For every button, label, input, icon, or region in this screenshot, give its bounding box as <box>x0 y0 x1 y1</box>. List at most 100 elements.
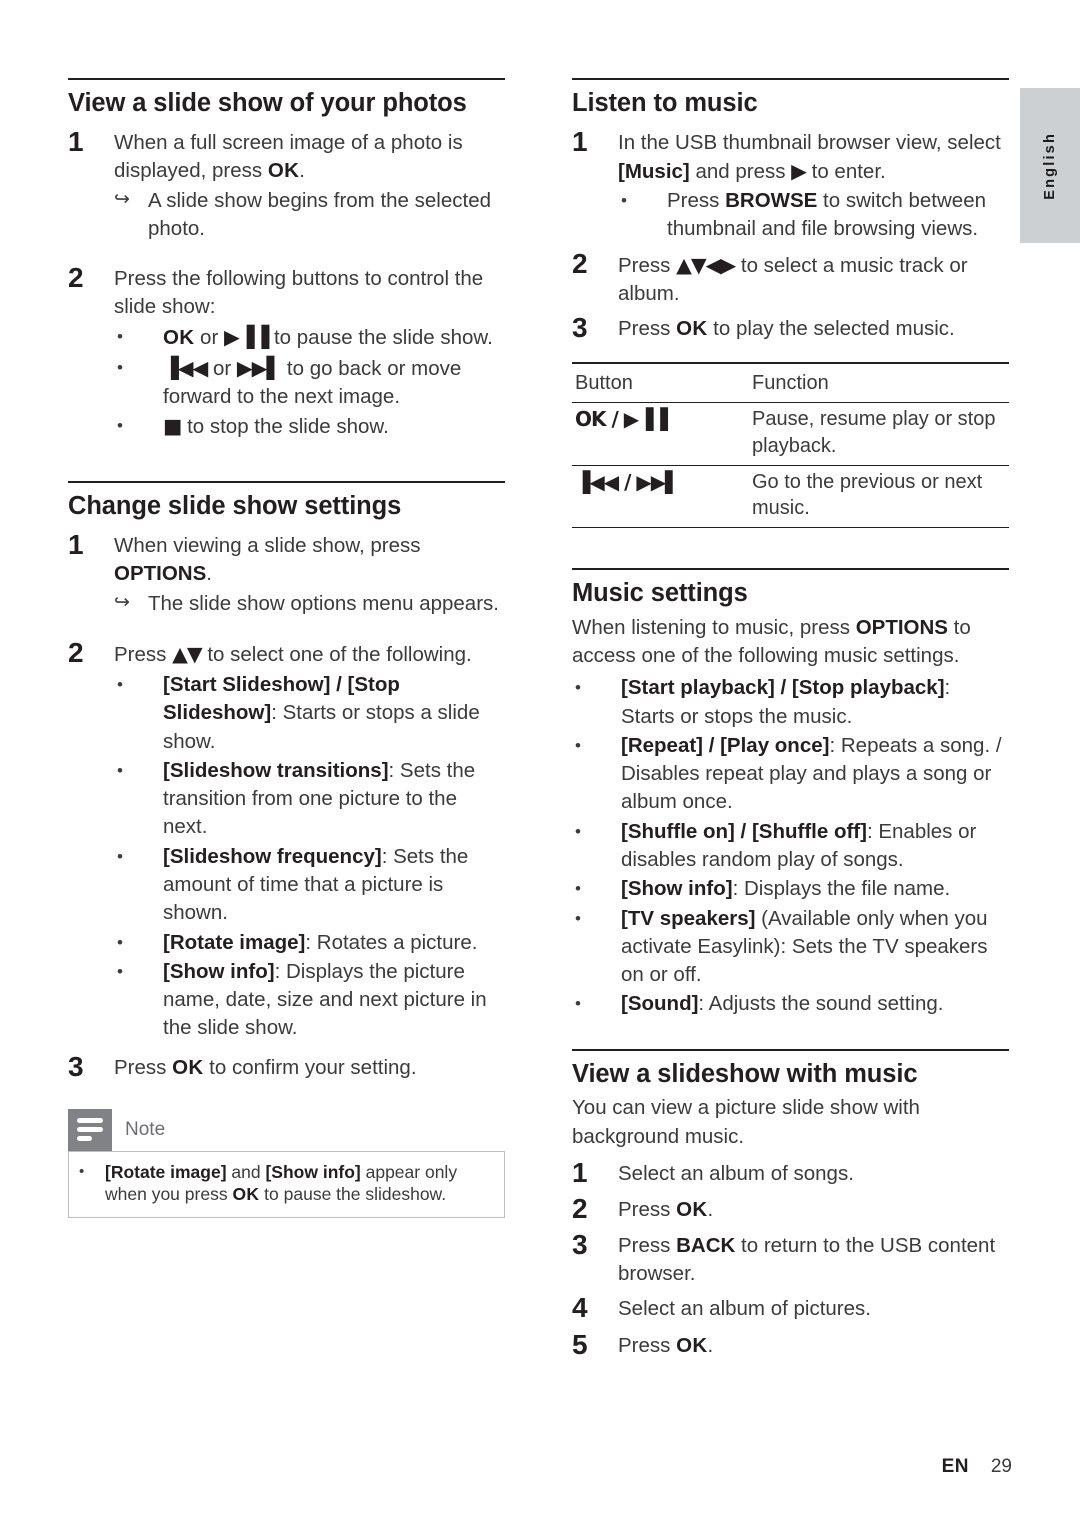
option-desc: : Rotates a picture. <box>305 930 478 954</box>
music-settings-list: • [Start playback] / [Stop playback]: St… <box>572 674 1009 1018</box>
section-divider <box>68 78 505 80</box>
step-item: 2 Press ▲▼◀▶ to select a music track or … <box>572 246 1009 309</box>
bullet-mid: or <box>207 356 237 380</box>
step-item: 1 In the USB thumbnail browser view, sel… <box>572 124 1009 244</box>
next-track-icon: ▶▶▌ <box>236 355 282 380</box>
right-column: Listen to music 1 In the USB thumbnail b… <box>572 78 1009 1363</box>
bullet-dot-icon: • <box>79 1162 85 1180</box>
step-item: 2 Press the following buttons to control… <box>68 260 505 322</box>
option-name: [Slideshow frequency] <box>163 844 382 868</box>
step-text-before: When viewing a slide show, press <box>114 533 421 557</box>
page-title-music-settings: Music settings <box>572 579 748 608</box>
list-item-text: [Shuffle on] / [Shuffle off]: Enables or… <box>621 818 1009 875</box>
step-number: 5 <box>572 1328 588 1360</box>
step-item: 3 Press BACK to return to the USB conten… <box>572 1227 1009 1289</box>
step-text: Press ▲▼◀▶ to select a music track or al… <box>618 246 1009 309</box>
bullet-dot-icon: • <box>575 735 581 755</box>
key-options: OPTIONS <box>114 562 207 586</box>
step-number: 1 <box>68 125 84 157</box>
key-ok: OK <box>676 1197 708 1221</box>
key-options: OPTIONS <box>855 615 948 639</box>
bullet-text-before: Press <box>667 189 726 213</box>
list-item-text: Press BROWSE to switch between thumbnail… <box>667 187 1009 244</box>
arrow-icon: ↪ <box>114 189 130 211</box>
step-number: 3 <box>68 1050 84 1082</box>
control-buttons-list: • OK or ▶▐▐ to pause the slide show. • ▐… <box>114 323 505 441</box>
list-item: • [Rotate image]: Rotates a picture. <box>114 929 505 957</box>
list-item-text: [Show info]: Displays the picture name, … <box>163 958 505 1043</box>
step-text: Select an album of pictures. <box>618 1297 871 1321</box>
step-text-mid: and press <box>689 159 792 183</box>
list-item: • [Shuffle on] / [Shuffle off]: Enables … <box>572 818 1009 875</box>
step-text-before: Press <box>114 1055 173 1079</box>
step-text-after: . <box>299 158 305 182</box>
option-name: [Slideshow transitions] <box>163 758 389 782</box>
list-item: • [Show info]: Displays the picture name… <box>114 958 505 1043</box>
step-item: 3 Press OK to play the selected music. <box>572 310 1009 344</box>
section-divider <box>572 78 1009 80</box>
step-number: 1 <box>572 125 588 157</box>
step-text-before: Press <box>618 1233 677 1257</box>
key-back: BACK <box>676 1233 736 1257</box>
step-number: 3 <box>572 312 588 344</box>
step-item: 5 Press OK. <box>572 1327 1009 1361</box>
step-text: Select an album of songs. <box>618 1161 854 1185</box>
page-title-listen-music: Listen to music <box>572 89 758 117</box>
note-text: [Rotate image] and [Show info] appear on… <box>105 1161 494 1206</box>
section-divider <box>68 481 505 484</box>
table-header-row: Button Function <box>572 362 1009 404</box>
table-row: OK / ▶▐▐ Pause, resume play or stop play… <box>572 402 1009 466</box>
bullet-dot-icon: • <box>575 908 581 928</box>
note-text-part: to pause the slideshow. <box>259 1184 447 1205</box>
column-header-function: Function <box>749 362 1009 404</box>
step-text: When a full screen image of a photo is d… <box>114 124 505 244</box>
bullet-tail: to pause the slide show. <box>268 326 493 350</box>
list-item-text: [Slideshow transitions]: Sets the transi… <box>163 757 505 842</box>
key-ok: OK <box>676 1333 708 1357</box>
column-header-button: Button <box>572 362 749 404</box>
bullet-dot-icon: • <box>117 327 123 347</box>
list-item: • ■ to stop the slide show. <box>114 412 505 441</box>
step-number: 2 <box>68 261 84 293</box>
step-text-before: Press <box>114 642 173 666</box>
step-text-before: Press <box>618 1197 677 1221</box>
step-text-before: Press <box>618 1333 677 1357</box>
step-item: 2 Press ▲▼ to select one of the followin… <box>68 635 505 669</box>
step-result: ↪ The slide show options menu appears. <box>114 590 505 618</box>
cell-button: ▐◀◀ / ▶▶▌ <box>572 465 749 529</box>
note-box: Note • [Rotate image] and [Show info] ap… <box>68 1108 505 1218</box>
table-row: ▐◀◀ / ▶▶▌ Go to the previous or next mus… <box>572 465 1009 529</box>
step-text-after: to enter. <box>805 159 886 183</box>
step-text: In the USB thumbnail browser view, selec… <box>618 124 1009 244</box>
bullet-dot-icon: • <box>621 191 627 211</box>
list-item-text: ▐◀◀ or ▶▶▌ to go back or move forward to… <box>163 354 505 412</box>
step-text: Press OK. <box>618 1327 1009 1360</box>
list-item-text: [Slideshow frequency]: Sets the amount o… <box>163 843 505 928</box>
step-number: 1 <box>572 1156 588 1188</box>
list-item-text: OK or ▶▐▐ to pause the slide show. <box>163 323 505 352</box>
step-result: ↪ A slide show begins from the selected … <box>114 187 505 244</box>
option-name: [Rotate image] <box>105 1161 227 1182</box>
option-name: [TV speakers] <box>621 906 756 930</box>
step-item: 1 Select an album of songs. <box>572 1155 1009 1189</box>
list-item: • [Start playback] / [Stop playback]: St… <box>572 674 1009 731</box>
list-item-text: [Show info]: Displays the file name. <box>621 875 1009 903</box>
list-item: • Press BROWSE to switch between thumbna… <box>618 187 1009 244</box>
page-title-change-settings: Change slide show settings <box>68 492 402 521</box>
list-item: • [Rotate image] and [Show info] appear … <box>79 1161 494 1206</box>
option-name: [Rotate image] <box>163 930 306 954</box>
bullet-dot-icon: • <box>117 932 123 952</box>
list-item: • [Slideshow transitions]: Sets the tran… <box>114 757 505 842</box>
list-item: • [Repeat] / [Play once]: Repeats a song… <box>572 732 1009 817</box>
arrow-icon: ↪ <box>114 592 130 614</box>
navigation-arrows-icon: ▲▼◀▶ <box>676 252 736 277</box>
option-desc: : Adjusts the sound setting. <box>698 992 944 1016</box>
step-text-after: to play the selected music. <box>707 317 955 341</box>
key-ok: OK <box>163 326 195 350</box>
section-change-slideshow-settings: Change slide show settings 1 When viewin… <box>68 481 505 1082</box>
slideshow-options-list: • [Start Slideshow] / [Stop Slideshow]: … <box>114 671 505 1043</box>
bullet-tail: to stop the slide show. <box>181 415 389 439</box>
list-item: • ▐◀◀ or ▶▶▌ to go back or move forward … <box>114 354 505 412</box>
play-pause-icon: ▶▐▐ <box>223 325 269 350</box>
step-number: 4 <box>572 1292 588 1324</box>
